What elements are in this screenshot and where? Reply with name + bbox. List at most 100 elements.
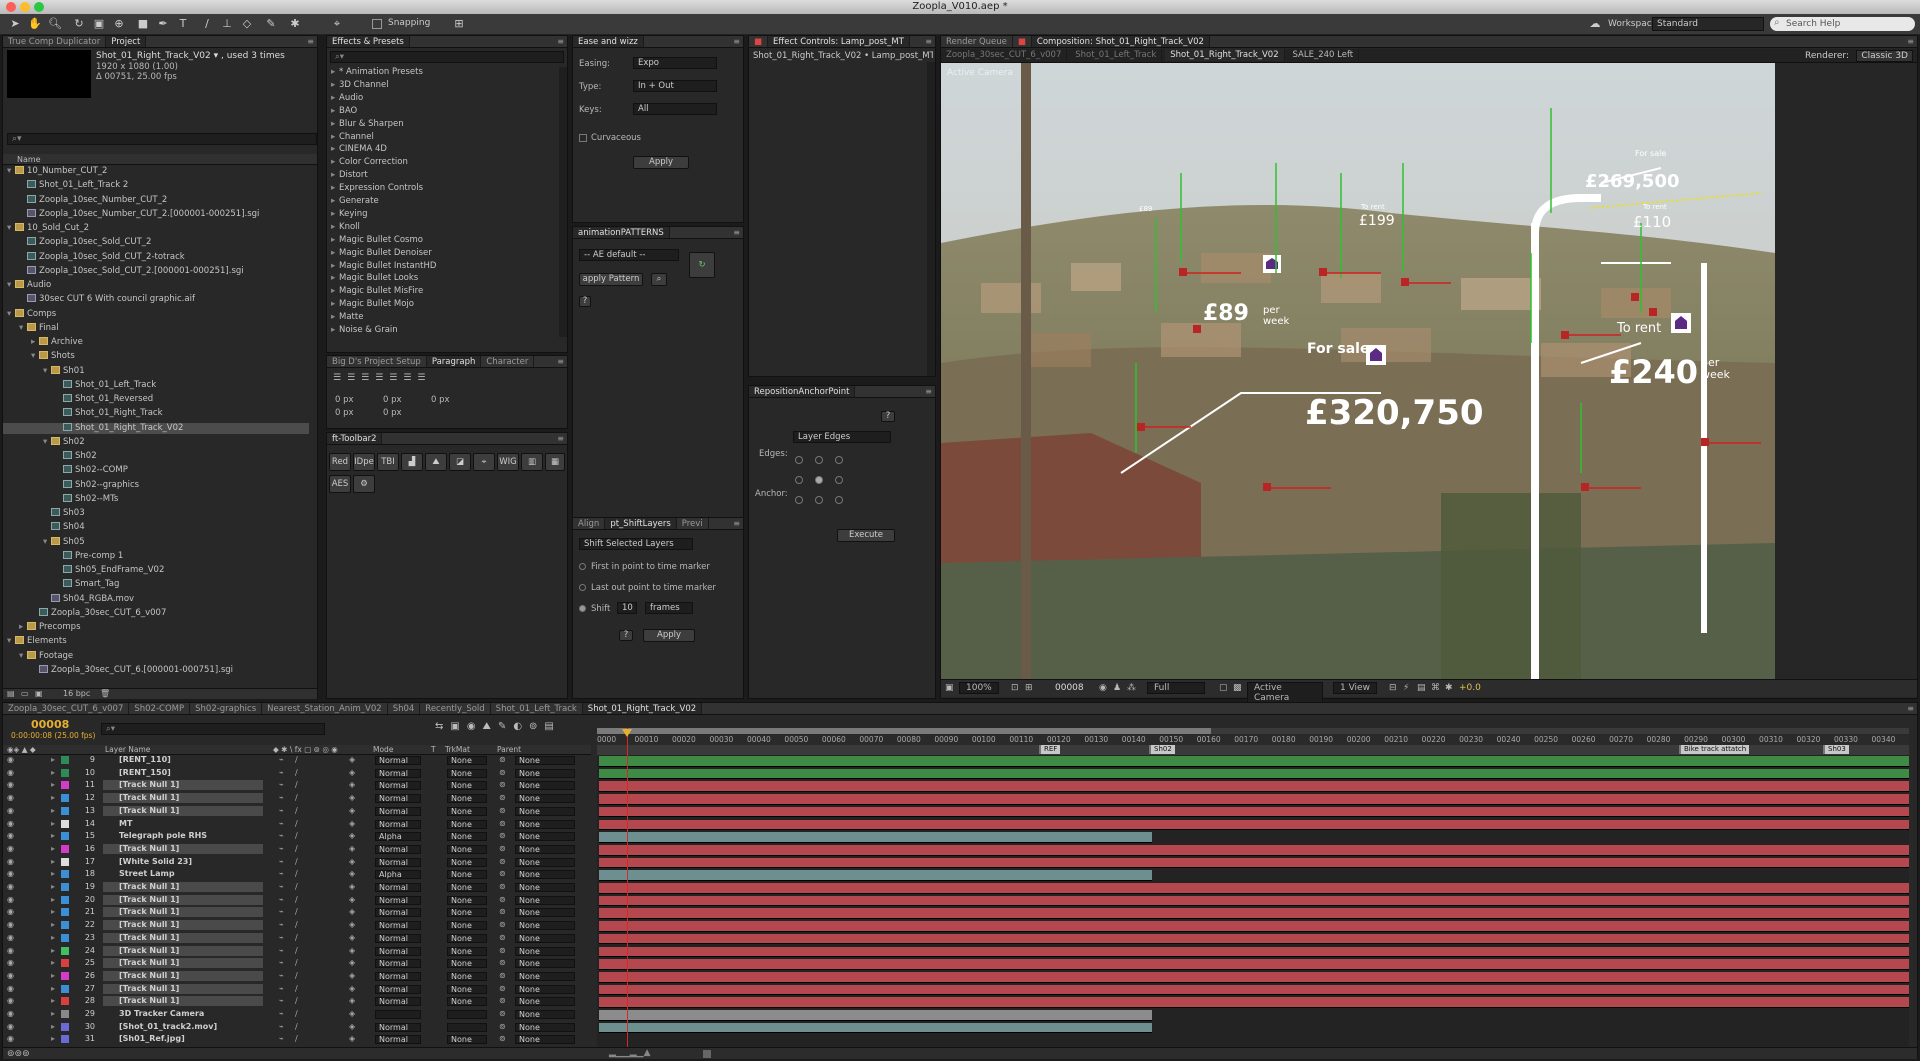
shy-switch-icon[interactable]: ⌁ (279, 920, 284, 930)
blend-mode-select[interactable]: Normal (375, 971, 421, 981)
project-item[interactable]: ▾ Sh01 (3, 365, 309, 378)
shy-switch-icon[interactable]: ⌁ (279, 882, 284, 892)
expand-triangle-icon[interactable]: ▸ (51, 793, 55, 803)
quality-switch-icon[interactable]: ∕ (295, 984, 298, 994)
track-matte-select[interactable]: None (447, 997, 487, 1007)
label-color-swatch[interactable] (61, 971, 69, 980)
pick-whip-icon[interactable]: ⊚ (499, 806, 506, 816)
project-item[interactable]: Sh02--graphics (3, 479, 309, 492)
expand-triangle-icon[interactable]: ▸ (331, 261, 339, 273)
project-item[interactable]: Shot_01_Right_Track (3, 408, 309, 420)
parent-header[interactable]: Parent (497, 745, 521, 755)
layer-duration-bar[interactable] (599, 806, 1909, 818)
blend-mode-select[interactable]: Normal (375, 997, 421, 1007)
layer-duration-bar[interactable] (599, 844, 1909, 856)
comp-marker[interactable]: REF (1039, 745, 1061, 754)
shy-switch-icon[interactable]: ⌁ (279, 933, 284, 943)
panel-menu-icon[interactable]: ≡ (557, 37, 564, 46)
effect-category[interactable]: ▸ Magic Bullet Looks (327, 273, 557, 285)
curvaceous-checkbox[interactable] (579, 134, 587, 142)
effects-scrollbar[interactable] (559, 67, 567, 337)
layer-duration-bar[interactable] (599, 819, 1909, 831)
blend-mode-select[interactable]: Normal (375, 794, 421, 804)
ft-mountain-button[interactable]: ⛰ (425, 453, 447, 471)
new-comp-icon[interactable]: ▣ (35, 689, 43, 698)
expand-triangle-icon[interactable]: ▸ (51, 907, 55, 917)
quality-switch-icon[interactable]: ∕ (295, 996, 298, 1006)
type-select[interactable]: In + Out (633, 80, 717, 92)
layer-duration-bar[interactable] (599, 1022, 1152, 1034)
project-item[interactable]: Zoopla_10sec_Sold_CUT_2-totrack (3, 251, 309, 264)
blend-mode-select[interactable]: Normal (375, 1035, 421, 1045)
project-item[interactable]: ▾ Sh02 (3, 436, 309, 449)
layer-duration-bar[interactable] (599, 781, 1909, 793)
parent-select[interactable]: None (515, 971, 575, 981)
expand-triangle-icon[interactable]: ▾ (7, 280, 15, 292)
layer-duration-bar[interactable] (599, 933, 1909, 945)
expand-triangle-icon[interactable]: ▸ (51, 933, 55, 943)
timeline-track-area[interactable] (597, 755, 1909, 1047)
shy-switch-icon[interactable]: ⌁ (279, 946, 284, 956)
views-select[interactable]: 1 View (1333, 682, 1377, 694)
pick-whip-icon[interactable]: ⊚ (499, 971, 506, 981)
timeline-tab[interactable]: Shot_01_Left_Track (491, 703, 583, 714)
blend-mode-select[interactable]: Normal (375, 908, 421, 918)
quality-switch-icon[interactable]: ∕ (295, 1009, 298, 1019)
3d-layer-icon[interactable]: ◈ (349, 831, 355, 841)
rotate-tool-icon[interactable]: ↻ (72, 17, 86, 31)
effect-category[interactable]: ▸ BAO (327, 106, 557, 118)
track-matte-select[interactable]: None (447, 857, 487, 867)
layer-name[interactable]: [Shot_01_track2.mov] (103, 1022, 263, 1032)
label-color-swatch[interactable] (61, 883, 69, 891)
label-color-swatch[interactable] (61, 756, 69, 764)
timeline-tab[interactable]: Shot_01_Right_Track_V02 (582, 703, 703, 714)
3d-layer-icon[interactable]: ◈ (349, 869, 355, 879)
project-search-input[interactable]: ⌕▾ (7, 133, 317, 145)
blend-mode-select[interactable]: Normal (375, 1022, 421, 1032)
label-color-swatch[interactable] (61, 857, 69, 866)
visibility-eye-icon[interactable]: ◉ (7, 882, 14, 892)
shy-switch-icon[interactable]: ⌁ (279, 1034, 284, 1044)
label-color-swatch[interactable] (61, 959, 69, 968)
effect-category[interactable]: ▸ Magic Bullet Cosmo (327, 235, 557, 247)
bpc-label[interactable]: 16 bpc (63, 689, 90, 698)
always-preview-icon[interactable]: ▣ (945, 683, 954, 693)
shift-mode-select[interactable]: Shift Selected Layers (579, 538, 693, 550)
shy-switch-icon[interactable]: ⌁ (279, 857, 284, 867)
pick-whip-icon[interactable]: ⊚ (499, 1009, 506, 1019)
parent-select[interactable]: None (515, 883, 575, 892)
expand-triangle-icon[interactable]: ▸ (331, 93, 339, 105)
3d-layer-icon[interactable]: ◈ (349, 780, 355, 790)
track-matte-select[interactable]: None (447, 908, 487, 918)
track-matte-select[interactable]: None (447, 959, 487, 969)
snap-options-icon[interactable]: ⊞ (452, 17, 466, 31)
project-item[interactable]: Zoopla_10sec_Sold_CUT_2.[000001-000251].… (3, 265, 309, 278)
track-matte-select[interactable]: None (447, 832, 487, 842)
ft-calc-button[interactable]: ▦ (545, 453, 565, 471)
ft-idpe-button[interactable]: IDpe (353, 453, 375, 471)
project-item[interactable]: Zoopla_10sec_Number_CUT_2 (3, 194, 309, 207)
blend-mode-select[interactable]: Alpha (375, 832, 421, 842)
3d-layer-icon[interactable]: ◈ (349, 946, 355, 956)
channel-icon[interactable]: ⁂ (1127, 683, 1136, 693)
shy-switch-icon[interactable]: ⌁ (279, 768, 284, 778)
project-item[interactable]: ▾ Footage (3, 650, 309, 663)
effect-category[interactable]: ▸ Noise & Grain (327, 325, 557, 337)
layer-name[interactable]: [Track Null 1] (103, 920, 263, 931)
tab-animation-patterns[interactable]: animationPATTERNS (573, 227, 670, 238)
indent-left-value[interactable]: 0 px (335, 395, 354, 405)
layer-duration-bar[interactable] (599, 768, 1909, 780)
layer-duration-bar[interactable] (599, 959, 1909, 970)
space-after-value[interactable]: 0 px (383, 408, 402, 418)
parent-select[interactable]: None (515, 832, 575, 842)
shy-switch-icon[interactable]: ⌁ (279, 895, 284, 905)
fit-icon[interactable]: ⊡ (1011, 683, 1019, 693)
layer-name[interactable]: [Sh01_Ref.jpg] (103, 1034, 263, 1044)
toggle-pixel-aspect-icon[interactable]: ⊟ (1389, 683, 1397, 693)
blend-mode-select[interactable]: Normal (375, 933, 421, 943)
track-matte-select[interactable]: None (447, 984, 487, 994)
quality-switch-icon[interactable]: ∕ (295, 895, 298, 905)
parent-select[interactable]: None (515, 946, 575, 956)
label-color-swatch[interactable] (61, 933, 69, 942)
shift-value-input[interactable]: 10 (617, 602, 637, 614)
